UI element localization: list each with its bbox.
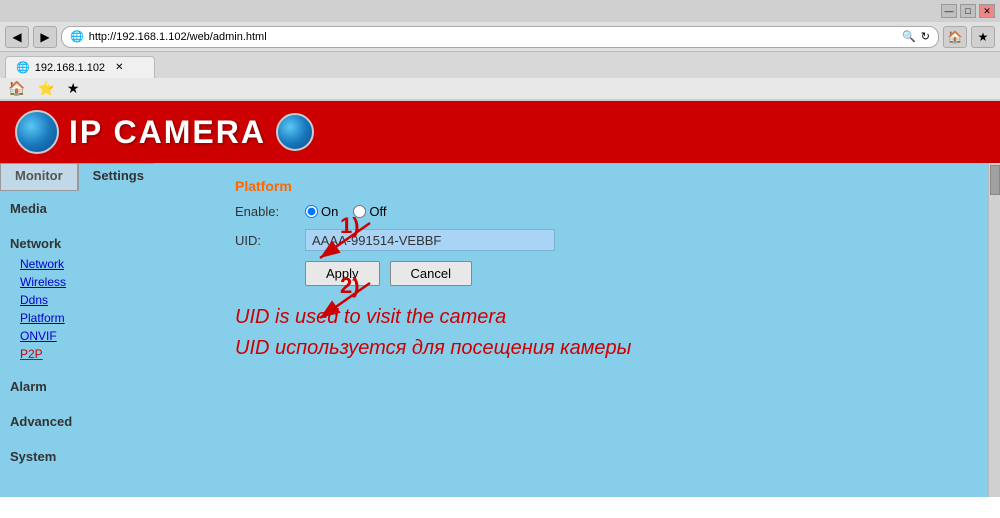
main-panel: 1) 2) Platform Enable: (155, 163, 1000, 497)
search-icon: 🔍 (902, 30, 916, 43)
sidebar-network-label: Network (0, 232, 155, 255)
sidebar-media-section: Media (0, 191, 155, 226)
tab-monitor[interactable]: Monitor (0, 163, 78, 191)
maximize-button[interactable]: □ (960, 4, 976, 18)
info-text-english: UID is used to visit the camera (235, 306, 980, 329)
uid-label: UID: (235, 233, 295, 248)
tab-close-button[interactable]: ✕ (115, 62, 123, 73)
home-button[interactable]: 🏠 (943, 26, 967, 48)
tab-title: 192.168.1.102 (35, 62, 105, 74)
sidebar-link-onvif[interactable]: ONVIF (0, 327, 155, 345)
refresh-icon[interactable]: ↻ (921, 30, 930, 43)
info-text-russian: UID используется для посещения камеры (235, 337, 980, 360)
radio-off-label[interactable]: Off (353, 204, 386, 219)
uid-input[interactable] (305, 229, 555, 251)
sidebar-link-ddns[interactable]: Ddns (0, 291, 155, 309)
sidebar-alarm-label: Alarm (0, 375, 155, 398)
enable-row: Enable: On Off (235, 204, 980, 219)
logo-text: IP CAMERA (69, 114, 266, 151)
sidebar-alarm-section: Alarm (0, 369, 155, 404)
bookmark-star2-icon[interactable]: ★ (67, 80, 80, 97)
radio-on-label[interactable]: On (305, 204, 338, 219)
logo-globe-right (276, 113, 314, 151)
bookmark-star-icon[interactable]: ⭐ (37, 80, 54, 97)
sidebar-link-wireless[interactable]: Wireless (0, 273, 155, 291)
logo-globe-left (15, 110, 59, 154)
forward-button[interactable]: ▶ (33, 26, 57, 48)
sidebar-network-section: Network Network Wireless Ddns Platform O… (0, 226, 155, 369)
navigation-bar: ◀ ▶ 🌐 http://192.168.1.102/web/admin.htm… (0, 22, 1000, 52)
sidebar-link-platform[interactable]: Platform (0, 309, 155, 327)
sidebar-advanced-label: Advanced (0, 410, 155, 433)
sidebar-link-network[interactable]: Network (0, 255, 155, 273)
sidebar-system-section: System (0, 439, 155, 474)
bookmarks-bar: 🏠 ⭐ ★ (0, 78, 1000, 100)
platform-form: Platform Enable: On Off (235, 178, 980, 360)
enable-label: Enable: (235, 204, 295, 219)
enable-radio-group: On Off (305, 204, 386, 219)
radio-off-input[interactable] (353, 205, 366, 218)
radio-on-text: On (321, 204, 338, 219)
scrollbar-thumb[interactable] (990, 165, 1000, 195)
tab-favicon: 🌐 (16, 61, 30, 74)
sidebar-advanced-section: Advanced (0, 404, 155, 439)
radio-on-input[interactable] (305, 205, 318, 218)
app-header: IP CAMERA (0, 101, 1000, 163)
sidebar-media-label: Media (0, 197, 155, 220)
sidebar: Monitor Settings Media Network Network W… (0, 163, 155, 497)
button-row: Apply Cancel (305, 261, 980, 286)
app-container: IP CAMERA Monitor Settings Media Network… (0, 101, 1000, 497)
content-area: Monitor Settings Media Network Network W… (0, 163, 1000, 497)
minimize-button[interactable]: — (941, 4, 957, 18)
browser-tab[interactable]: 🌐 192.168.1.102 ✕ (5, 56, 155, 78)
tab-bar: 🌐 192.168.1.102 ✕ (0, 52, 1000, 78)
sidebar-system-label: System (0, 445, 155, 468)
bookmark-button[interactable]: ★ (971, 26, 995, 48)
nav-tabs: Monitor Settings (0, 163, 155, 191)
close-button[interactable]: ✕ (979, 4, 995, 18)
scrollbar[interactable] (988, 163, 1000, 497)
apply-button[interactable]: Apply (305, 261, 380, 286)
cancel-button[interactable]: Cancel (390, 261, 472, 286)
tab-settings[interactable]: Settings (78, 163, 159, 191)
address-bar[interactable]: 🌐 http://192.168.1.102/web/admin.html 🔍 … (61, 26, 939, 48)
title-bar: — □ ✕ (0, 0, 1000, 22)
bookmark-home-icon[interactable]: 🏠 (8, 80, 25, 97)
back-button[interactable]: ◀ (5, 26, 29, 48)
radio-off-text: Off (369, 204, 386, 219)
address-text: http://192.168.1.102/web/admin.html (89, 31, 267, 43)
platform-title: Platform (235, 178, 980, 194)
sidebar-link-p2p[interactable]: P2P (0, 345, 155, 363)
browser-favicon: 🌐 (70, 30, 84, 43)
uid-row: UID: (235, 229, 980, 251)
